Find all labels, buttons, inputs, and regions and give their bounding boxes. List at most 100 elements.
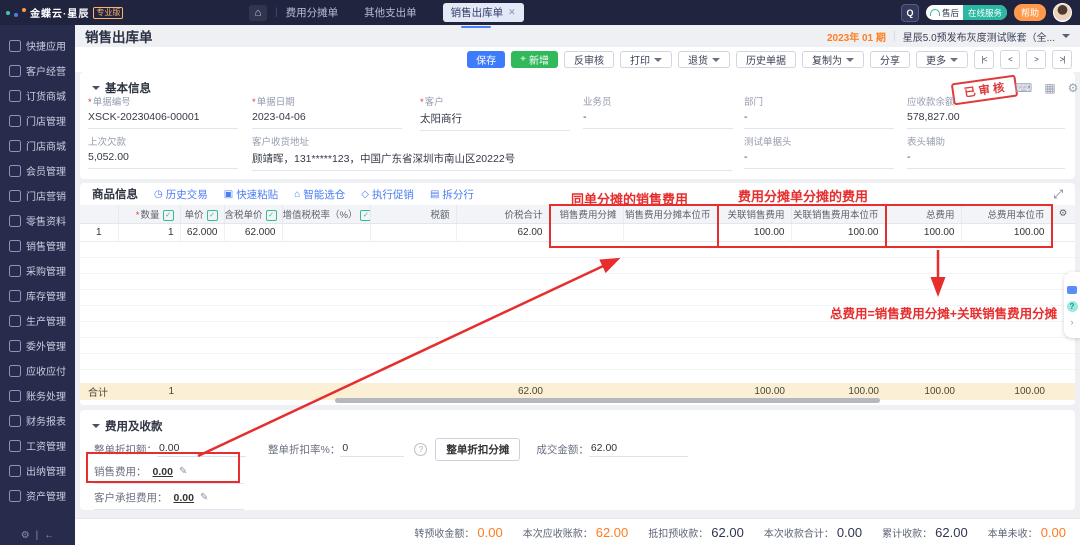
empty-grid-rows[interactable] — [80, 242, 1075, 383]
col-sales-fee-share-base[interactable]: 销售费用分摊本位币 — [623, 205, 717, 223]
chevron-right-icon[interactable]: › — [1071, 319, 1074, 325]
grid-row-1[interactable]: 1 1 62.000 62.000 62.00 100.00 100.00 10… — [80, 223, 1075, 241]
field-header-aux[interactable]: 表头辅助- — [907, 134, 1065, 169]
sidebar-item-payroll-mgmt[interactable]: 工资管理 — [0, 433, 75, 458]
collapse-arrow-icon[interactable]: ← — [44, 530, 54, 541]
production-icon — [9, 315, 21, 327]
col-sales-fee-share[interactable]: 销售费用分摊 — [549, 205, 623, 223]
sidebar-item-store-mgmt[interactable]: 门店管理 — [0, 108, 75, 133]
keyboard-icon[interactable]: ⌨ — [1015, 81, 1032, 95]
tab-sales-outbound[interactable]: 销售出库单 ✕ — [443, 3, 524, 22]
add-new-button[interactable]: +新增 — [511, 51, 558, 68]
col-total-fee[interactable]: 总费用 — [885, 205, 961, 223]
sidebar-item-ar-ap[interactable]: 应收应付 — [0, 358, 75, 383]
col-vat-rate[interactable]: 增值税税率（%）✓ — [282, 205, 370, 223]
return-button[interactable]: 退货 — [678, 51, 730, 68]
sidebar-item-member-mgmt[interactable]: 会员管理 — [0, 158, 75, 183]
prev-record-icon[interactable]: < — [1000, 50, 1020, 69]
settings-gear-icon[interactable]: ⚙ — [21, 530, 30, 541]
edit-pencil-icon[interactable]: ✎ — [200, 492, 208, 503]
help-question-icon[interactable]: ? — [414, 443, 427, 456]
col-total-with-tax[interactable]: 价税合计 — [456, 205, 549, 223]
field-test-header[interactable]: 测试单据头- — [744, 134, 894, 169]
col-qty[interactable]: 数量✓ — [118, 205, 180, 223]
copy-as-button[interactable]: 复制为 — [802, 51, 864, 68]
help-circle-icon[interactable]: ? — [1067, 301, 1078, 312]
sidebar-item-purchase-mgmt[interactable]: 采购管理 — [0, 258, 75, 283]
col-linked-sales-fee[interactable]: 关联销售费用 — [717, 205, 791, 223]
summary-unpaid: 本单未收：0.00 — [988, 525, 1066, 540]
fullscreen-icon[interactable]: ⤢ — [1053, 187, 1063, 202]
sidebar-item-accounting[interactable]: 账务处理 — [0, 383, 75, 408]
history-trade-link[interactable]: ◷历史交易 — [154, 187, 208, 202]
field-customer[interactable]: 客户太阳商行 — [420, 94, 570, 131]
sidebar-item-order-mall[interactable]: 订货商城 — [0, 83, 75, 108]
split-row-link[interactable]: ▤拆分行 — [430, 187, 474, 202]
unaudit-button[interactable]: 反审核 — [564, 51, 614, 68]
field-bill-no[interactable]: 单据编号XSCK-20230406-00001 — [88, 94, 238, 129]
sidebar-item-quick-apps[interactable]: 快捷应用 — [0, 33, 75, 58]
scrollbar-thumb[interactable] — [335, 398, 880, 403]
save-button[interactable]: 保存 — [467, 51, 505, 68]
sales-fee-value-link[interactable]: 0.00 — [153, 466, 173, 478]
field-department[interactable]: 部门- — [744, 94, 894, 129]
sidebar-item-retail-data[interactable]: 零售资料 — [0, 208, 75, 233]
template-icon[interactable]: ▦ — [1044, 81, 1055, 95]
sidebar-item-cashier-mgmt[interactable]: 出纳管理 — [0, 458, 75, 483]
topbar: 金蝶云·星辰 专业版 ⌂ | 费用分摊单 其他支出单 销售出库单 ✕ Q 售后 … — [0, 0, 1080, 25]
next-record-icon[interactable]: > — [1026, 50, 1046, 69]
discount-amount-field[interactable]: 0.00 — [157, 442, 246, 457]
home-icon[interactable]: ⌂ — [249, 5, 267, 21]
sidebar-item-customer-ops[interactable]: 客户经营 — [0, 58, 75, 83]
help-button[interactable]: 帮助 — [1014, 4, 1046, 21]
account-set-selector[interactable]: 星辰5.0预发布灰度测试账套（全... — [903, 29, 1055, 44]
sidebar-item-outsourcing-mgmt[interactable]: 委外管理 — [0, 333, 75, 358]
sidebar-item-store-marketing[interactable]: 门店营销 — [0, 183, 75, 208]
sidebar-item-inventory-mgmt[interactable]: 库存管理 — [0, 283, 75, 308]
quick-paste-link[interactable]: ▣快速粘贴 — [224, 187, 278, 202]
field-salesperson[interactable]: 业务员- — [583, 94, 733, 129]
col-price[interactable]: 单价✓ — [180, 205, 224, 223]
sidebar-item-asset-mgmt[interactable]: 资产管理 — [0, 483, 75, 508]
column-settings-gear-icon[interactable]: ⚙ — [1051, 205, 1075, 223]
search-icon[interactable]: Q — [901, 4, 919, 22]
first-record-icon[interactable]: |< — [974, 50, 994, 69]
sidebar-item-finance-report[interactable]: 财务报表 — [0, 408, 75, 433]
horizontal-scrollbar[interactable] — [80, 398, 1075, 404]
tab-expense-allocation[interactable]: 费用分摊单 — [286, 5, 339, 20]
gear-icon[interactable]: ⚙ — [1068, 81, 1079, 95]
apps-icon — [9, 40, 21, 52]
field-bill-date[interactable]: 单据日期2023-04-06 — [252, 94, 402, 129]
edit-pencil-icon[interactable]: ✎ — [179, 466, 187, 477]
run-promotion-link[interactable]: ◇执行促销 — [361, 187, 414, 202]
user-avatar[interactable] — [1053, 3, 1072, 22]
split-icon: ▤ — [430, 189, 439, 200]
page-title: 销售出库单 — [85, 26, 153, 46]
more-button[interactable]: 更多 — [916, 51, 968, 68]
discount-rate-field[interactable]: 0 — [340, 442, 404, 457]
chevron-down-icon[interactable] — [1062, 34, 1070, 42]
field-delivery-address[interactable]: 客户收货地址顾靖晖，131*****123，中国广东省深圳市南山区20222号 — [252, 134, 732, 171]
history-button[interactable]: 历史单据 — [736, 51, 796, 68]
col-tax-price[interactable]: 含税单价✓ — [224, 205, 282, 223]
feedback-chat-icon[interactable] — [1067, 286, 1077, 294]
fees-section-title[interactable]: 费用及收款 — [92, 418, 163, 434]
customer-fee-value-link[interactable]: 0.00 — [174, 492, 194, 504]
col-tax-amount[interactable]: 税额 — [370, 205, 456, 223]
summary-payment-total: 本次收款合计：0.00 — [764, 525, 862, 540]
share-button[interactable]: 分享 — [870, 51, 910, 68]
after-sales-service-button[interactable]: 售后 在线服务 — [926, 5, 1007, 20]
print-button[interactable]: 打印 — [620, 51, 672, 68]
col-linked-sales-fee-base[interactable]: 关联销售费用本位币 — [791, 205, 885, 223]
smart-warehouse-link[interactable]: ⌂智能选仓 — [294, 187, 345, 202]
sidebar-item-store-mall[interactable]: 门店商城 — [0, 133, 75, 158]
sidebar-item-sales-mgmt[interactable]: 销售管理 — [0, 233, 75, 258]
col-total-fee-base[interactable]: 总费用本位币 — [961, 205, 1051, 223]
check-icon: ✓ — [360, 210, 370, 221]
floating-assist-widget[interactable]: ? › — [1064, 272, 1080, 338]
tab-other-expense[interactable]: 其他支出单 — [364, 5, 417, 20]
sidebar-item-production-mgmt[interactable]: 生产管理 — [0, 308, 75, 333]
close-tab-icon[interactable]: ✕ — [508, 7, 516, 18]
last-record-icon[interactable]: >| — [1052, 50, 1072, 69]
discount-share-button[interactable]: 整单折扣分摊 — [435, 438, 520, 461]
